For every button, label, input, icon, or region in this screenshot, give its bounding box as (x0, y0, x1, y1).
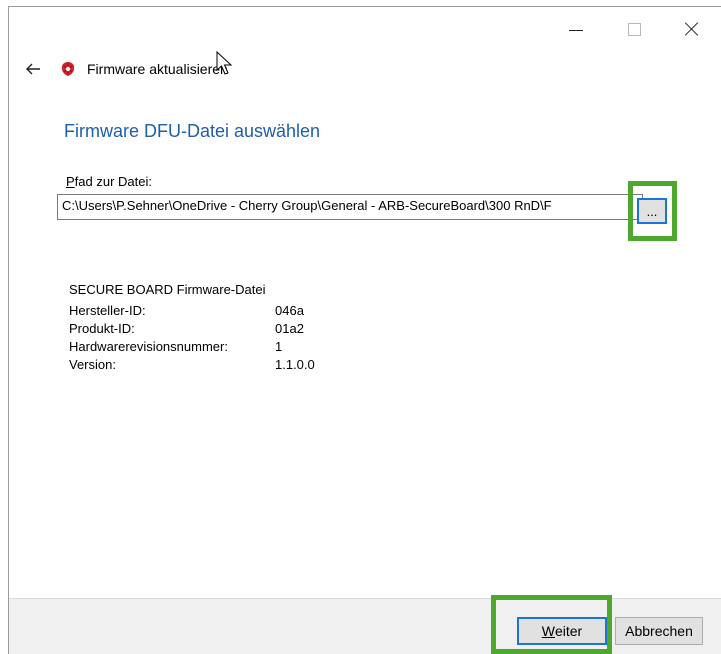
info-key: Hersteller-ID: (69, 302, 146, 318)
info-key: Version: (69, 356, 116, 372)
info-value: 046a (275, 302, 304, 318)
browse-button[interactable]: ... (637, 198, 667, 224)
title-row: Firmware aktualisieren (21, 57, 228, 81)
file-path-input[interactable]: C:\Users\P.Sehner\OneDrive - Cherry Grou… (57, 194, 643, 220)
file-info-panel: SECURE BOARD Firmware-Datei Hersteller-I… (69, 282, 315, 373)
mouse-cursor-icon (216, 51, 233, 75)
file-info-heading: SECURE BOARD Firmware-Datei (69, 282, 266, 297)
page-heading: Firmware DFU-Datei auswählen (64, 121, 321, 141)
cancel-button[interactable]: Abbrechen (615, 617, 703, 645)
info-row-vendor: Hersteller-ID: 046a (69, 301, 315, 319)
close-button[interactable] (663, 7, 721, 51)
maximize-icon (627, 22, 641, 36)
info-value: 01a2 (275, 320, 304, 336)
info-row-product: Produkt-ID: 01a2 (69, 319, 315, 337)
info-value: 1.1.0.0 (275, 356, 315, 372)
info-key: Hardwarerevisionsnummer: (69, 338, 228, 354)
back-arrow-icon (26, 63, 40, 75)
minimize-icon (569, 29, 583, 31)
path-label-accelerator: P (66, 174, 75, 189)
cherry-logo-icon (59, 60, 77, 78)
path-label-text: fad zur Datei: (74, 174, 152, 189)
info-row-version: Version: 1.1.0.0 (69, 355, 315, 373)
info-key: Produkt-ID: (69, 320, 135, 336)
close-icon (685, 22, 699, 36)
info-row-hw-revision: Hardwarerevisionsnummer: 1 (69, 337, 315, 355)
info-value: 1 (275, 338, 283, 354)
minimize-button[interactable] (547, 7, 605, 51)
footer-bar: Weiter Abbrechen (9, 598, 721, 654)
path-label: Pfad zur Datei: (66, 174, 152, 189)
app-window: Firmware aktualisieren Firmware DFU-Date… (8, 6, 721, 654)
window-controls (547, 7, 721, 51)
back-button[interactable] (21, 57, 45, 81)
maximize-button[interactable] (605, 7, 663, 51)
window-title: Firmware aktualisieren (87, 61, 228, 77)
highlight-next-frame (491, 595, 612, 654)
